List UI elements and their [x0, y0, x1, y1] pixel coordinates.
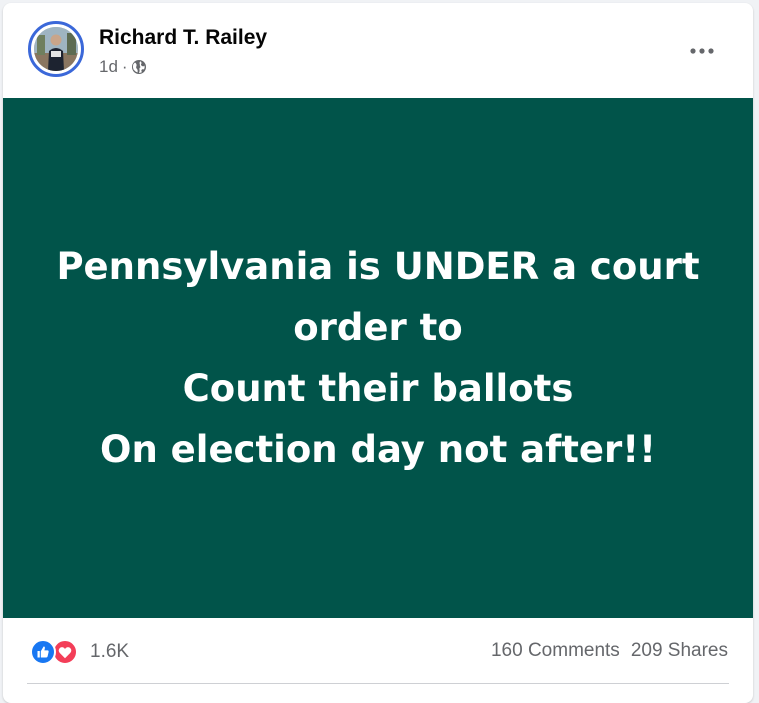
post-card: Richard T. Railey 1d · Pennsylvania is U…: [3, 3, 753, 703]
shares-count-link[interactable]: 209 Shares: [631, 640, 728, 662]
post-image[interactable]: Pennsylvania is UNDER a court order to C…: [3, 98, 753, 618]
post-text-block: Pennsylvania is UNDER a court order to C…: [3, 98, 753, 618]
more-options-icon: [690, 48, 714, 54]
reactions-summary[interactable]: 1.6K: [30, 639, 129, 665]
author-name[interactable]: Richard T. Railey: [99, 25, 267, 51]
engagement-bar: 1.6K 160 Comments 209 Shares: [3, 618, 753, 688]
post-meta: 1d ·: [99, 56, 147, 78]
comments-count-link[interactable]: 160 Comments: [491, 640, 620, 662]
person-silhouette-icon: [34, 27, 78, 71]
reaction-count: 1.6K: [90, 641, 130, 662]
meta-separator: ·: [121, 57, 128, 76]
post-text-line: On election day not after!!: [100, 428, 656, 471]
post-text-line: order to: [293, 306, 463, 349]
like-icon: [30, 639, 56, 665]
post-text-line: Count their ballots: [182, 367, 574, 410]
author-avatar[interactable]: [28, 21, 84, 77]
post-header: Richard T. Railey 1d ·: [3, 3, 753, 98]
footer-divider: [27, 683, 729, 684]
more-options-button[interactable]: [682, 33, 722, 69]
post-text-line: Pennsylvania is UNDER a court: [56, 245, 700, 288]
engagement-stats: 160 Comments 209 Shares: [491, 640, 728, 662]
avatar-photo: [34, 27, 78, 71]
post-timestamp[interactable]: 1d: [99, 57, 118, 77]
globe-icon[interactable]: [131, 59, 147, 75]
